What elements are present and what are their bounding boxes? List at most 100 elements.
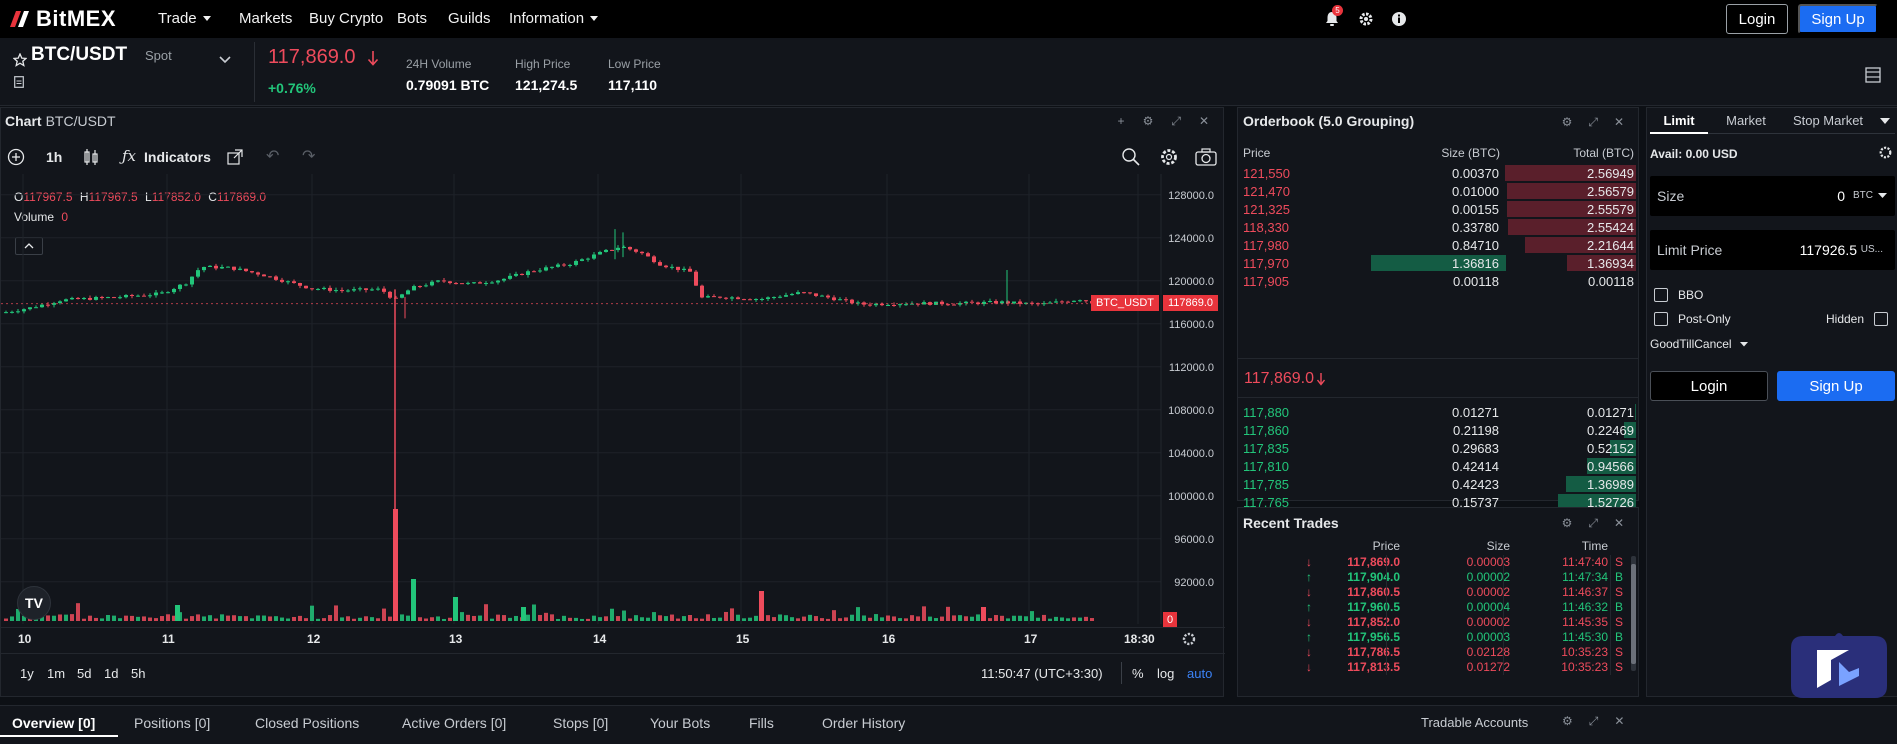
limit-price-field[interactable]: Limit Price 117926.5 US...: [1650, 230, 1895, 270]
interval-button[interactable]: 1h: [46, 149, 62, 165]
range-5d[interactable]: 5d: [77, 666, 91, 681]
recent-trades-panel: Recent Trades ⚙ ⤢ ✕ Price Size Time ↓ 117…: [1237, 507, 1639, 697]
nav-guilds[interactable]: Guilds: [448, 10, 491, 27]
bitmex-logo[interactable]: BitMEX: [10, 6, 116, 32]
bbo-checkbox[interactable]: [1654, 288, 1668, 302]
trade-col-divider: [1503, 615, 1504, 630]
ask-row[interactable]: 117,905 0.00118 0.00118: [1238, 272, 1638, 290]
bid-row[interactable]: 117,785 0.42423 1.36989: [1238, 475, 1638, 493]
chevron-down-icon[interactable]: [1878, 193, 1887, 199]
ticker-symbol[interactable]: BTC/USDT: [31, 44, 127, 66]
gear-icon[interactable]: ⚙: [1562, 714, 1573, 729]
signup-button[interactable]: Sign Up: [1798, 4, 1878, 34]
time-in-force-select[interactable]: GoodTillCancel: [1650, 337, 1748, 351]
nav-trade[interactable]: Trade: [158, 10, 211, 27]
range-1d[interactable]: 1d: [104, 666, 118, 681]
volume-bar: [736, 614, 740, 621]
ask-row[interactable]: 118,330 0.33780 2.55424: [1238, 218, 1638, 236]
tab-stops[interactable]: Stops [0]: [553, 715, 608, 731]
expand-icon[interactable]: ⤢: [1588, 516, 1598, 531]
range-5h[interactable]: 5h: [131, 666, 145, 681]
gear-icon[interactable]: ⚙: [1562, 516, 1573, 531]
trades-scrollbar-thumb[interactable]: [1631, 564, 1636, 664]
tab-overview[interactable]: Overview [0]: [12, 715, 95, 731]
range-1m[interactable]: 1m: [47, 666, 65, 681]
form-signup-button[interactable]: Sign Up: [1777, 371, 1895, 401]
expand-icon[interactable]: ⤢: [1171, 114, 1181, 129]
ask-row[interactable]: 121,550 0.00370 2.56949: [1238, 164, 1638, 182]
hidden-checkbox[interactable]: [1874, 312, 1888, 326]
tradable-accounts-label[interactable]: Tradable Accounts: [1421, 715, 1528, 730]
close-icon[interactable]: ✕: [1614, 115, 1624, 130]
tab-limit[interactable]: Limit: [1650, 108, 1708, 134]
log-toggle[interactable]: log: [1157, 666, 1174, 681]
plus-icon[interactable]: +: [1118, 114, 1125, 129]
tradingview-logo-icon[interactable]: TV: [17, 586, 51, 620]
camera-icon[interactable]: [1195, 148, 1217, 166]
candlestick-icon[interactable]: [82, 147, 100, 167]
tab-closed-positions[interactable]: Closed Positions: [255, 715, 359, 731]
info-icon[interactable]: [1390, 10, 1408, 28]
ask-row[interactable]: 121,470 0.01000 2.56579: [1238, 182, 1638, 200]
expand-icon[interactable]: ⤢: [1588, 115, 1598, 130]
ask-row[interactable]: 117,980 0.84710 2.21644: [1238, 236, 1638, 254]
volume-bar: [220, 614, 224, 621]
tab-stop-market[interactable]: Stop Market: [1786, 108, 1870, 134]
zoom-search-icon[interactable]: [1121, 147, 1141, 167]
tab-order-history[interactable]: Order History: [822, 715, 905, 731]
candle-body: [340, 290, 344, 292]
close-icon[interactable]: ✕: [1199, 114, 1209, 129]
gear-icon[interactable]: ⚙: [1562, 115, 1573, 130]
redo-icon[interactable]: ↷: [302, 146, 315, 166]
size-unit[interactable]: BTC: [1853, 190, 1873, 201]
range-1y[interactable]: 1y: [20, 666, 34, 681]
ask-row[interactable]: 121,325 0.00155 2.55579: [1238, 200, 1638, 218]
nav-buy-crypto[interactable]: Buy Crypto: [309, 10, 383, 27]
indicators-button[interactable]: Indicators: [144, 149, 211, 165]
post-only-checkbox[interactable]: [1654, 312, 1668, 326]
nav-markets[interactable]: Markets: [239, 10, 292, 27]
document-icon[interactable]: [14, 76, 24, 88]
tab-positions[interactable]: Positions [0]: [134, 715, 210, 731]
popout-icon[interactable]: [227, 149, 243, 165]
close-icon[interactable]: ✕: [1614, 516, 1624, 531]
gear-icon[interactable]: [1159, 147, 1179, 167]
bid-row[interactable]: 117,880 0.01271 0.01271: [1238, 403, 1638, 421]
volume-bar: [364, 616, 368, 621]
tab-market[interactable]: Market: [1716, 108, 1776, 134]
chevron-down-icon[interactable]: [1880, 118, 1890, 125]
chevron-down-icon[interactable]: [219, 56, 231, 64]
candle-body: [784, 295, 788, 297]
bid-row[interactable]: 117,860 0.21198 0.22469: [1238, 421, 1638, 439]
volume-bar: [916, 616, 920, 621]
axis-settings-icon[interactable]: [1181, 631, 1197, 647]
trade-col-divider: [1610, 630, 1611, 645]
trades-scrollbar[interactable]: [1631, 556, 1636, 671]
trade-col-divider: [1610, 585, 1611, 600]
login-button[interactable]: Login: [1726, 4, 1788, 34]
nav-bots[interactable]: Bots: [397, 10, 427, 27]
undo-icon[interactable]: ↶: [266, 146, 279, 166]
star-icon[interactable]: [13, 53, 27, 67]
close-icon[interactable]: ✕: [1614, 714, 1624, 729]
percent-toggle[interactable]: %: [1132, 666, 1144, 681]
bid-row[interactable]: 117,810 0.42414 0.94566: [1238, 457, 1638, 475]
gear-icon[interactable]: ⚙: [1143, 114, 1154, 129]
auto-toggle[interactable]: auto: [1187, 666, 1212, 681]
form-login-button[interactable]: Login: [1650, 371, 1768, 401]
gear-icon[interactable]: [1357, 10, 1375, 28]
size-field[interactable]: Size 0 BTC: [1650, 176, 1895, 216]
tab-active-orders[interactable]: Active Orders [0]: [402, 715, 506, 731]
gear-icon[interactable]: [1878, 145, 1893, 160]
expand-icon[interactable]: ⤢: [1589, 714, 1599, 729]
fx-icon[interactable]: ƒx: [122, 147, 136, 165]
ob-price: 117,980: [1243, 238, 1290, 253]
tab-fills[interactable]: Fills: [749, 715, 774, 731]
bid-row[interactable]: 117,835 0.29683 0.52152: [1238, 439, 1638, 457]
add-circle-icon[interactable]: [7, 148, 25, 166]
ask-row[interactable]: 117,970 1.36816 1.36934: [1238, 254, 1638, 272]
layout-icon[interactable]: [1865, 67, 1881, 83]
candlestick-chart[interactable]: 128000.0 124000.0 120000.0 116000.0 112000.0…: [1, 174, 1225, 624]
tab-your-bots[interactable]: Your Bots: [650, 715, 710, 731]
nav-information[interactable]: Information: [509, 10, 599, 27]
